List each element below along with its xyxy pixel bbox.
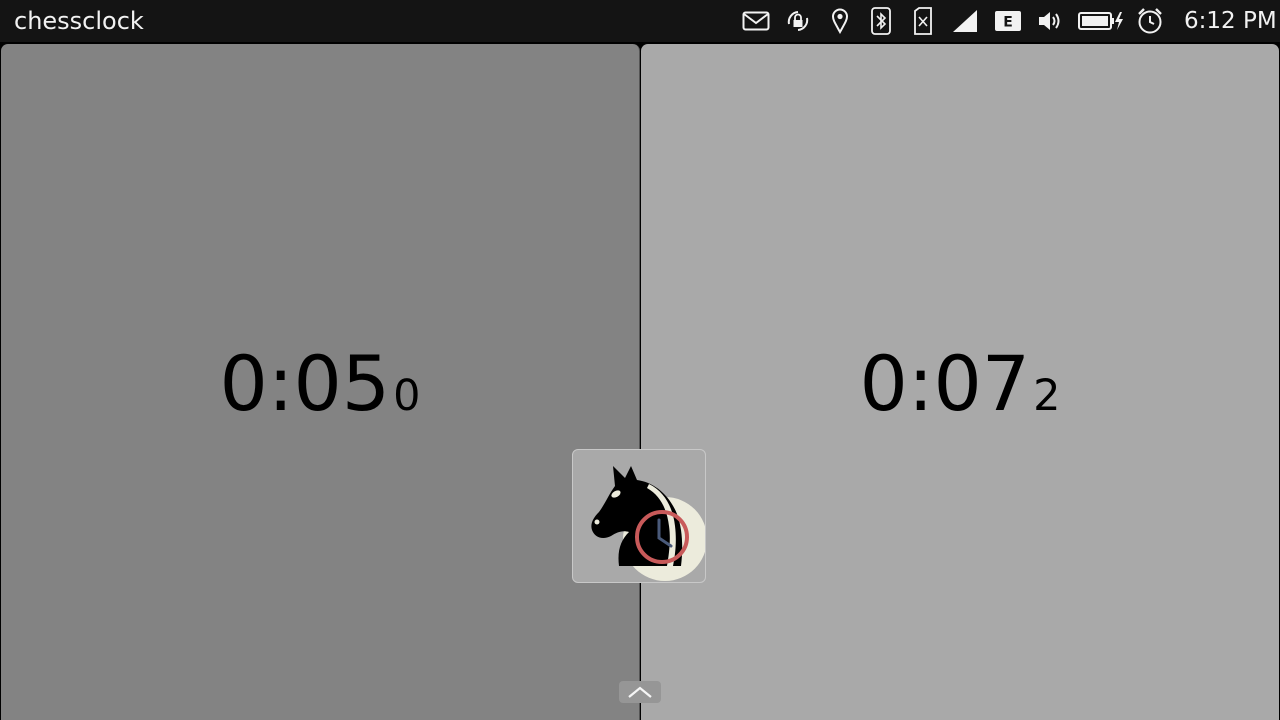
player-right-time-tenths: 2	[1033, 371, 1061, 421]
alarm-icon[interactable]	[1136, 7, 1164, 35]
bluetooth-icon[interactable]	[870, 7, 892, 35]
no-sim-icon[interactable]	[912, 7, 934, 35]
player-right-clock-panel[interactable]: 0:072	[641, 44, 1279, 720]
center-menu-button[interactable]	[572, 449, 706, 583]
messages-icon[interactable]	[741, 7, 771, 35]
player-left-time-main: 0:05	[219, 339, 391, 428]
chevron-up-icon	[628, 686, 652, 698]
player-left-time: 0:050	[1, 339, 639, 441]
player-right-time-main: 0:07	[859, 339, 1031, 428]
battery-charging-icon[interactable]	[1078, 7, 1124, 35]
player-right-time: 0:072	[641, 339, 1279, 441]
location-icon[interactable]	[829, 7, 851, 35]
bottom-edge-handle[interactable]	[619, 681, 661, 703]
volume-icon[interactable]	[1036, 7, 1064, 35]
chess-knight-clock-icon	[591, 466, 705, 581]
signal-icon[interactable]	[952, 7, 978, 35]
network-type-label: E	[1003, 15, 1013, 31]
rotation-lock-icon[interactable]	[783, 7, 813, 35]
player-left-time-tenths: 0	[393, 371, 421, 421]
status-bar: chessclock E 6:12 PM	[0, 0, 1280, 42]
network-type-icon[interactable]: E	[994, 7, 1022, 35]
app-title: chessclock	[14, 7, 144, 35]
status-time: 6:12 PM	[1184, 8, 1277, 34]
player-left-clock-panel[interactable]: 0:050	[1, 44, 640, 720]
